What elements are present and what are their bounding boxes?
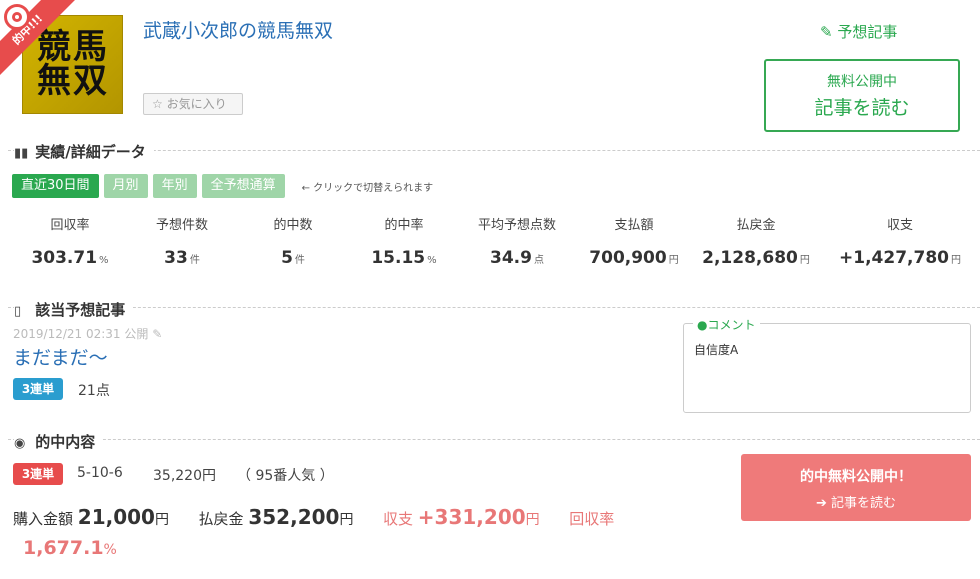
- hit-button-sub: ➔ 記事を読む: [815, 496, 897, 511]
- stat-label: 的中数: [273, 218, 313, 233]
- tab-yearly[interactable]: 年別: [152, 174, 197, 198]
- refund-label: 払戻金: [198, 510, 244, 528]
- stat-label: 回収率: [50, 218, 90, 233]
- hit-popularity: （ 95番人気 ）: [237, 468, 334, 484]
- hit-heading: ◉ 的中内容: [14, 431, 104, 452]
- hit-combination: 5-10-6: [77, 465, 123, 481]
- stat-value: 700,900 円: [589, 248, 679, 268]
- stat-value: 15.15%: [371, 248, 437, 268]
- stat-value: 33 件: [164, 248, 200, 268]
- divider: [8, 150, 980, 151]
- bet-type-badge: 3連単: [13, 378, 63, 400]
- stat-paid: 支払額 700,900 円: [579, 214, 689, 268]
- star-icon: ☆: [152, 97, 163, 111]
- page-title[interactable]: 武蔵小次郎の競馬無双: [143, 16, 333, 43]
- tab-total[interactable]: 全予想通算: [201, 174, 285, 198]
- purchase-value: 21,000: [77, 505, 155, 529]
- article-date: 2019/12/21 02:31 公開 ✎: [13, 327, 163, 341]
- money-summary: 購入金額 21,000円 払戻金 352,200円 収支 +331,200円 回…: [13, 505, 615, 529]
- arrow-right-icon: ➔: [815, 496, 827, 511]
- stats-heading: ▮▮ 実績/詳細データ: [14, 141, 154, 162]
- hit-payout: 35,220円: [153, 468, 216, 484]
- read-article-sub: 無料公開中: [827, 74, 897, 90]
- comment-label: ●コメント: [693, 316, 760, 333]
- refund-value: 352,200: [248, 505, 340, 529]
- favorite-button[interactable]: ☆ お気に入り: [143, 93, 243, 115]
- yoso-article-link[interactable]: ✎ 予想記事: [820, 21, 897, 42]
- stat-hit-rate: 的中率 15.15%: [349, 214, 459, 268]
- tab-hint: ← クリックで切替えられます: [301, 182, 434, 194]
- stats-heading-label: 実績/詳細データ: [35, 143, 146, 161]
- stat-label: 支払額: [614, 218, 654, 233]
- period-tabs: 直近30日間 月別 年別 全予想通算 ← クリックで切替えられます: [12, 174, 433, 198]
- tab-monthly[interactable]: 月別: [103, 174, 148, 198]
- comment-text: 自信度A: [694, 343, 739, 357]
- rate-label: 回収率: [569, 510, 615, 528]
- stat-value: 303.71%: [31, 248, 109, 268]
- article-title-link[interactable]: まだまだ〜: [13, 343, 108, 370]
- yoso-article-label: 予想記事: [837, 23, 898, 41]
- stat-label: 払戻金: [736, 218, 776, 233]
- stat-value: 2,128,680 円: [702, 248, 810, 268]
- target-icon: [4, 4, 30, 30]
- balance-value: +331,200: [417, 505, 526, 529]
- bullseye-icon: ◉: [14, 436, 26, 451]
- stat-hit-count: 的中数 5件: [238, 214, 348, 268]
- divider: [8, 439, 980, 440]
- hit-button-title: 的中無料公開中！: [800, 469, 912, 485]
- wrench-icon: ✎: [152, 327, 163, 341]
- hit-read-article-button[interactable]: 的中無料公開中！ ➔ 記事を読む: [741, 454, 971, 521]
- stat-refund: 払戻金 2,128,680 円: [701, 214, 811, 268]
- stat-balance: 収支 +1,427,780 円: [835, 214, 965, 268]
- comment-box: [683, 323, 971, 413]
- stat-label: 平均予想点数: [477, 218, 556, 233]
- edit-icon: ✎: [820, 23, 833, 41]
- balance-label: 収支: [383, 510, 414, 528]
- divider: [8, 307, 980, 308]
- stat-prediction-count: 予想件数 33 件: [127, 214, 237, 268]
- points-count: 21点: [78, 383, 110, 399]
- read-article-main: 記事を読む: [814, 97, 910, 119]
- stat-recovery-rate: 回収率 303.71%: [15, 214, 125, 268]
- article-heading: ▯ 該当予想記事: [14, 299, 134, 320]
- stat-value: 34.9 点: [490, 248, 544, 268]
- article-heading-label: 該当予想記事: [35, 301, 126, 319]
- purchase-label: 購入金額: [13, 510, 74, 528]
- document-icon: ▯: [14, 304, 22, 319]
- bar-chart-icon: ▮▮: [14, 146, 29, 161]
- tab-30days[interactable]: 直近30日間: [12, 174, 99, 198]
- hit-bet-type-badge: 3連単: [13, 463, 63, 485]
- stat-label: 予想件数: [155, 218, 208, 233]
- rate-value: 1,677.1%: [23, 537, 117, 559]
- speech-bubble-icon: ●: [697, 318, 708, 332]
- hit-heading-label: 的中内容: [35, 433, 96, 451]
- stat-label: 的中率: [384, 218, 424, 233]
- stat-label: 収支: [886, 218, 913, 233]
- stat-value: +1,427,780 円: [839, 248, 961, 268]
- read-article-button[interactable]: 無料公開中 記事を読む: [764, 59, 960, 132]
- favorite-label: お気に入り: [166, 97, 227, 111]
- stat-value: 5件: [281, 248, 305, 268]
- stat-avg-points: 平均予想点数 34.9 点: [462, 214, 572, 268]
